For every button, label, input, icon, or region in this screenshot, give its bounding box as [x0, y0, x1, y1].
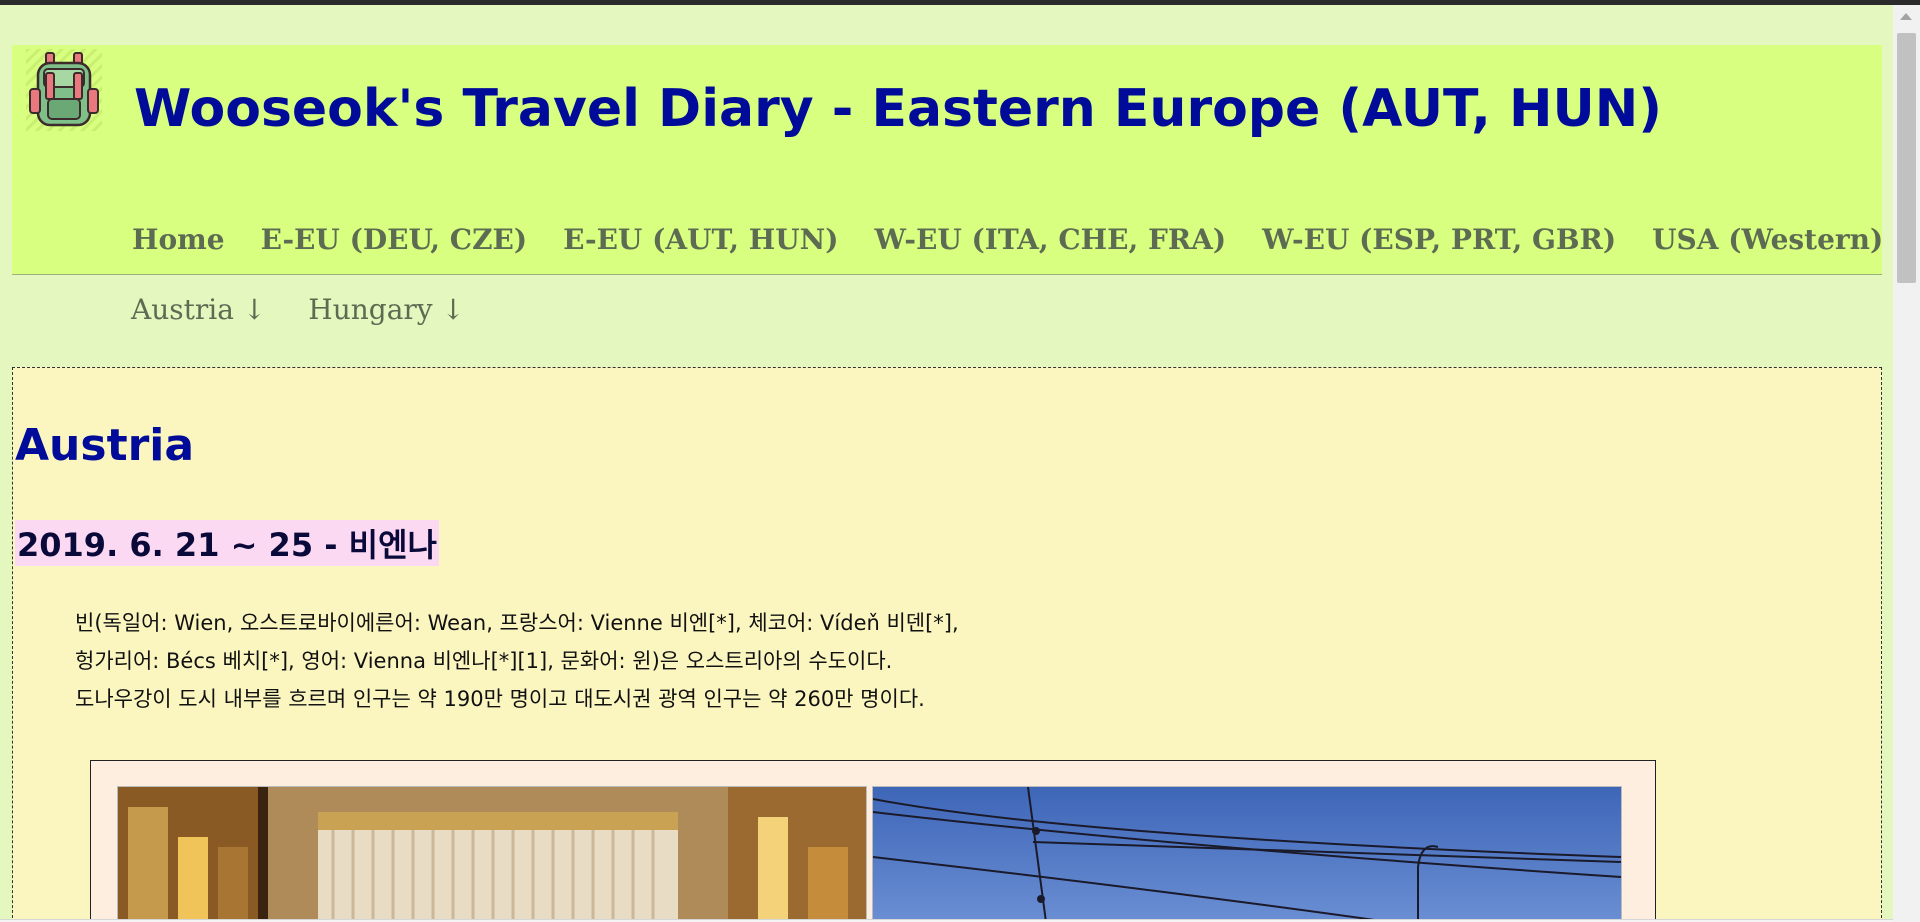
paragraph-line: 도나우강이 도시 내부를 흐르며 인구는 약 190만 명이고 대도시권 광역 … — [75, 687, 925, 711]
paragraph-line: 빈(독일어: Wien, 오스트로바이에른어: Wean, 프랑스어: Vien… — [75, 611, 959, 635]
vertical-scrollbar[interactable] — [1893, 5, 1920, 922]
site-header: Wooseok's Travel Diary - Eastern Europe … — [12, 45, 1883, 275]
nav-e-eu-deu-cze[interactable]: E-EU (DEU, CZE) — [261, 223, 528, 256]
vienna-sky-photo[interactable] — [872, 786, 1622, 922]
scroll-up-arrow-icon[interactable] — [1900, 13, 1912, 20]
photo-gallery — [90, 760, 1656, 922]
sub-nav: Austria ↓ Hungary ↓ — [131, 293, 507, 326]
paragraph-line: 헝가리어: Bécs 베치[*], 영어: Vienna 비엔나[*][1], … — [75, 649, 893, 673]
nav-home[interactable]: Home — [132, 223, 225, 256]
page-viewport: Wooseok's Travel Diary - Eastern Europe … — [0, 5, 1893, 922]
nav-usa-western[interactable]: USA (Western) — [1652, 223, 1883, 256]
intro-paragraph: 빈(독일어: Wien, 오스트로바이에른어: Wean, 프랑스어: Vien… — [75, 604, 959, 718]
scrollbar-thumb[interactable] — [1897, 33, 1916, 283]
main-content: Austria 2019. 6. 21 ~ 25 - 비엔나 빈(독일어: Wi… — [12, 367, 1882, 922]
subnav-hungary[interactable]: Hungary ↓ — [308, 293, 465, 326]
section-heading-austria: Austria — [15, 420, 195, 471]
site-title: Wooseok's Travel Diary - Eastern Europe … — [134, 79, 1662, 139]
nav-e-eu-aut-hun[interactable]: E-EU (AUT, HUN) — [563, 223, 838, 256]
opera-house-photo[interactable] — [117, 786, 867, 922]
main-nav: Home E-EU (DEU, CZE) E-EU (AUT, HUN) W-E… — [132, 223, 1893, 256]
subnav-austria[interactable]: Austria ↓ — [131, 293, 266, 326]
date-heading: 2019. 6. 21 ~ 25 - 비엔나 — [15, 520, 439, 566]
nav-w-eu-ita-che-fra[interactable]: W-EU (ITA, CHE, FRA) — [874, 223, 1226, 256]
backpack-icon — [26, 49, 102, 131]
nav-w-eu-esp-prt-gbr[interactable]: W-EU (ESP, PRT, GBR) — [1262, 223, 1616, 256]
